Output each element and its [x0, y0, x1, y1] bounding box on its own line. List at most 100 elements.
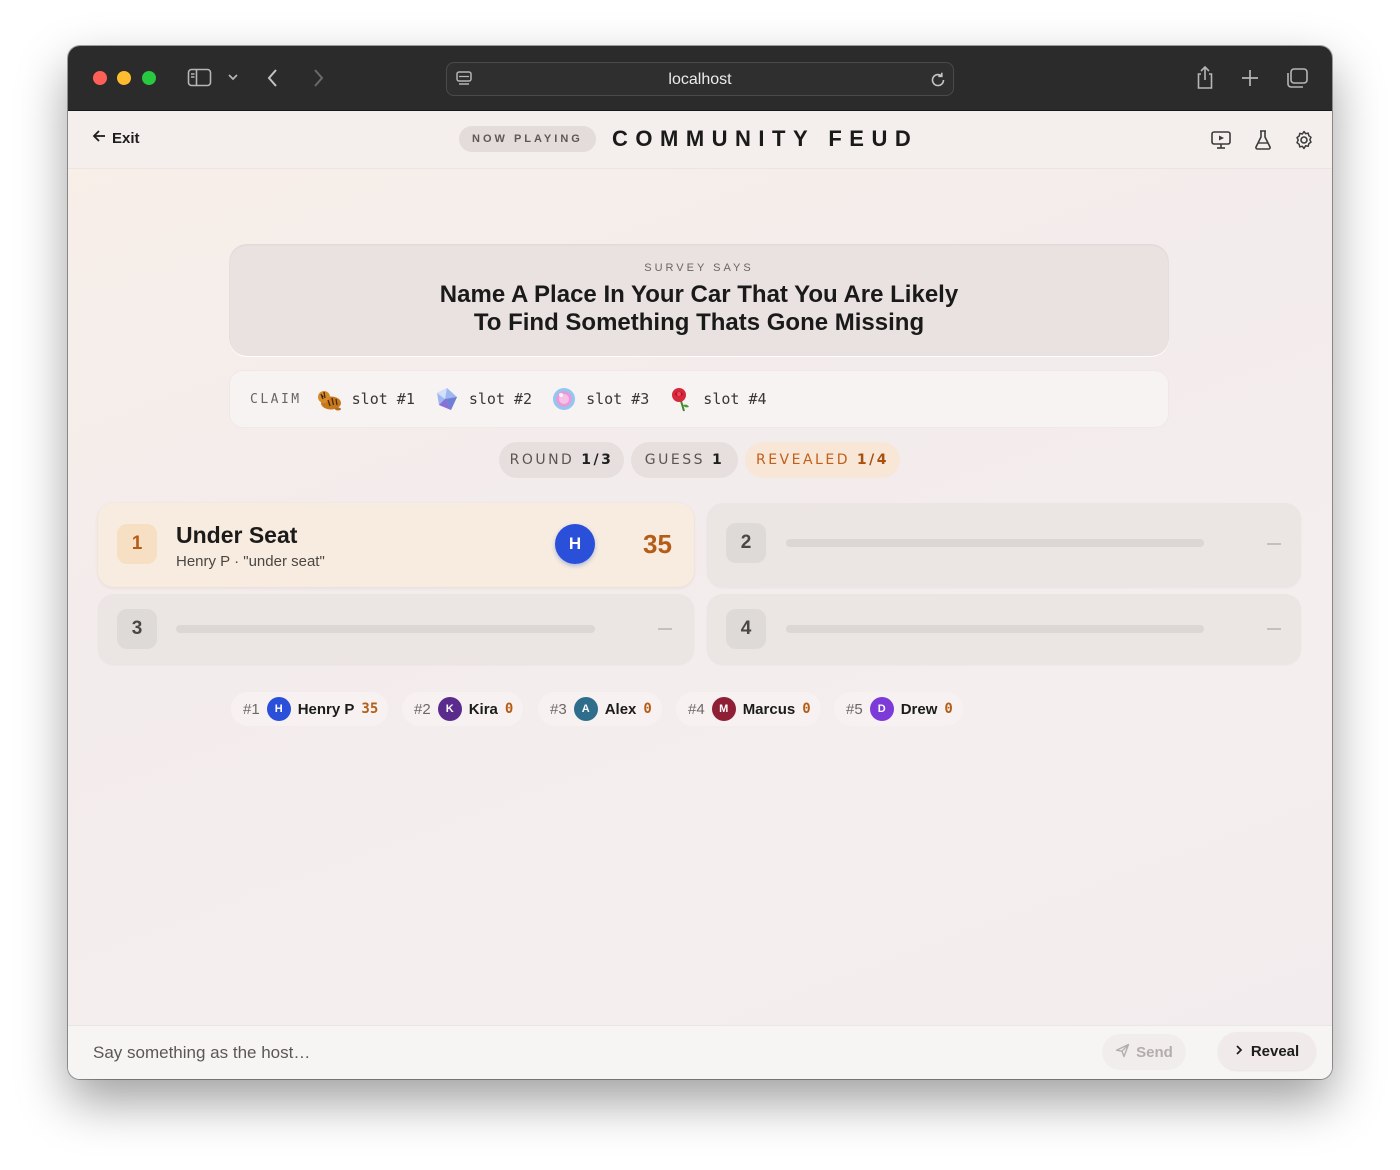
player-rank: #2 [414, 700, 431, 718]
player-name: Drew [900, 700, 938, 718]
host-message-input[interactable] [68, 1026, 1088, 1079]
crystal-emoji-icon [433, 385, 461, 413]
minimize-window-button[interactable] [117, 71, 131, 85]
rose-emoji-icon [667, 385, 695, 413]
forward-icon[interactable] [311, 67, 325, 89]
share-icon[interactable] [1194, 65, 1216, 91]
survey-question: Name A Place In Your Car That You Are Li… [229, 281, 1169, 337]
round-value: 1/3 [581, 452, 614, 468]
reveal-button[interactable]: Reveal [1218, 1032, 1316, 1070]
candy-emoji-icon [550, 385, 578, 413]
back-icon[interactable] [266, 67, 280, 89]
browser-toolbar: localhost [68, 46, 1332, 111]
answer-card-1[interactable]: 1 Under Seat Henry P · "under seat" H 35 [98, 503, 694, 587]
monitor-play-icon[interactable] [1210, 129, 1232, 156]
player-score: 0 [504, 701, 514, 717]
answer-guess-text: "under seat" [243, 553, 325, 570]
now-playing-badge: NOW PLAYING [459, 126, 596, 152]
player-score: 0 [802, 701, 811, 717]
player-rank: #4 [688, 700, 705, 718]
address-bar[interactable]: localhost [446, 62, 954, 96]
player-name: Henry P [297, 700, 355, 718]
player-name: Alex [604, 700, 637, 718]
send-label: Send [1136, 1043, 1173, 1061]
avatar: H [266, 697, 291, 721]
player-score: 35 [361, 701, 379, 717]
attribution-separator: · [234, 553, 244, 570]
round-pill: ROUND 1/3 [499, 442, 624, 478]
revealed-pill: REVEALED 1/4 [745, 442, 900, 478]
maximize-window-button[interactable] [142, 71, 156, 85]
survey-question-line-2: To Find Something Thats Gone Missing [473, 309, 925, 336]
player-rank: #3 [550, 700, 567, 718]
hidden-points-dash [1267, 628, 1281, 630]
claim-slot-2[interactable]: slot #2 [433, 385, 532, 413]
claim-bar: CLAIM slot #1 slot #2 slot #3 slot #4 [229, 370, 1169, 428]
claim-slot-4[interactable]: slot #4 [667, 385, 767, 413]
revealed-label: REVEALED [755, 452, 850, 468]
new-tab-icon[interactable] [1240, 68, 1260, 88]
player-rank: #5 [846, 700, 863, 718]
scoreboard-player-4: #4 M Marcus 0 [676, 692, 821, 726]
claim-slot-label: slot #4 [703, 390, 767, 408]
tab-overview-icon[interactable] [1285, 67, 1309, 89]
answer-player: Henry P [176, 553, 230, 570]
claim-slot-label: slot #3 [586, 390, 650, 408]
hidden-answer-placeholder [176, 625, 595, 633]
reveal-label: Reveal [1250, 1042, 1300, 1060]
arrow-left-icon [92, 129, 106, 147]
chevron-right-icon [1235, 1043, 1243, 1060]
avatar: D [869, 697, 894, 721]
exit-button[interactable]: Exit [92, 129, 140, 147]
answer-number: 2 [726, 523, 766, 563]
page-title: COMMUNITY FEUD [612, 126, 919, 151]
claim-slot-3[interactable]: slot #3 [550, 385, 649, 413]
hidden-answer-placeholder [786, 625, 1204, 633]
exit-label: Exit [112, 129, 140, 147]
claim-slot-label: slot #2 [468, 390, 533, 408]
hidden-points-dash [1267, 543, 1281, 545]
avatar: H [555, 524, 595, 564]
answer-card-4[interactable]: 4 [707, 594, 1301, 664]
claim-slot-1[interactable]: slot #1 [316, 385, 415, 413]
send-button[interactable]: Send [1102, 1034, 1186, 1070]
send-icon [1115, 1043, 1130, 1062]
player-name: Marcus [742, 700, 796, 718]
host-composer: Send Reveal [68, 1025, 1332, 1079]
scoreboard-player-5: #5 D Drew 0 [834, 692, 963, 726]
flask-icon[interactable] [1252, 129, 1274, 156]
avatar: K [437, 697, 462, 721]
guess-value: 1 [711, 452, 725, 468]
claim-slot-label: slot #1 [351, 390, 415, 408]
player-name: Kira [468, 700, 498, 718]
guess-pill: GUESS 1 [631, 442, 738, 478]
answer-card-3[interactable]: 3 [98, 594, 694, 664]
answer-points: 35 [643, 529, 672, 559]
gear-icon[interactable] [1293, 129, 1315, 156]
answer-attribution: Henry P · "under seat" [176, 553, 325, 570]
guess-label: GUESS [644, 452, 705, 468]
answer-text: Under Seat [176, 522, 298, 548]
player-score: 0 [643, 701, 652, 717]
hidden-answer-placeholder [786, 539, 1204, 547]
answer-number: 4 [726, 609, 766, 649]
survey-label: SURVEY SAYS [644, 262, 754, 274]
player-score: 0 [944, 701, 953, 717]
reload-icon[interactable] [929, 71, 947, 89]
revealed-value: 1/4 [856, 452, 890, 468]
answer-number: 3 [117, 609, 157, 649]
claim-label: CLAIM [250, 391, 302, 407]
answer-number: 1 [117, 524, 157, 564]
sidebar-toggle-icon[interactable] [187, 67, 213, 89]
scoreboard-player-1: #1 H Henry P 35 [231, 692, 389, 726]
chevron-down-icon[interactable] [227, 72, 239, 82]
close-window-button[interactable] [93, 71, 107, 85]
survey-question-line-1: Name A Place In Your Car That You Are Li… [439, 281, 959, 308]
round-label: ROUND [509, 452, 575, 468]
hidden-points-dash [658, 628, 672, 630]
scoreboard-player-2: #2 K Kira 0 [402, 692, 524, 726]
browser-window: localhost Exit NOW PLAYING COMMUNITY FEU… [68, 46, 1332, 1079]
answer-card-2[interactable]: 2 [707, 503, 1301, 587]
app-header: Exit NOW PLAYING COMMUNITY FEUD [68, 111, 1332, 169]
url-text: localhost [668, 71, 732, 88]
